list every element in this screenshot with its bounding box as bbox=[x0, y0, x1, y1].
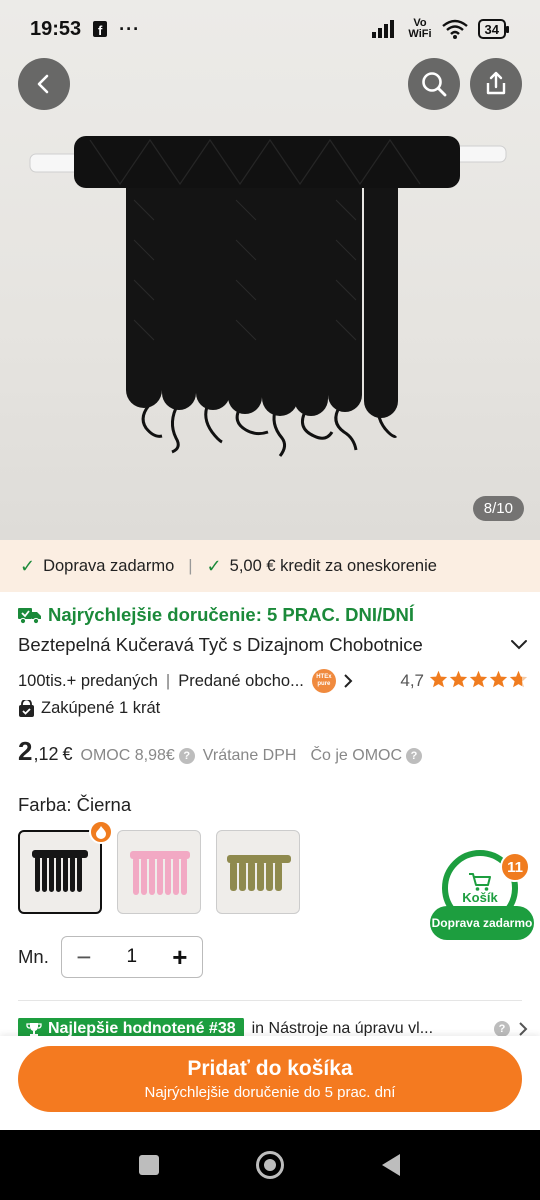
checkmark-icon: ✓ bbox=[20, 555, 36, 576]
purchased-text: Zakúpené 1 krát bbox=[41, 699, 161, 717]
purchased-info: Zakúpené 1 krát bbox=[18, 699, 160, 718]
omoc-price[interactable]: OMOC 8,98€ ? bbox=[81, 747, 195, 765]
fast-delivery-text: Najrýchlejšie doručenie: 5 PRAC. DNI/DNÍ bbox=[48, 604, 414, 625]
add-to-cart-sublabel: Najrýchlejšie doručenie do 5 prac. dní bbox=[144, 1084, 396, 1101]
price-integer: 2 bbox=[18, 736, 33, 766]
add-to-cart-label: Pridať do košíka bbox=[187, 1057, 353, 1080]
share-icon bbox=[486, 71, 506, 95]
what-is-omoc-text: Čo je OMOC bbox=[310, 747, 403, 764]
chevron-right-icon[interactable] bbox=[518, 1022, 528, 1036]
cart-free-shipping-pill: Doprava zadarmo bbox=[430, 906, 534, 940]
help-icon[interactable]: ? bbox=[178, 748, 195, 764]
sold-count: 100tis.+ predaných bbox=[18, 671, 158, 690]
trophy-icon bbox=[26, 1023, 42, 1036]
back-button[interactable] bbox=[18, 58, 70, 110]
chevron-left-icon bbox=[37, 74, 49, 94]
vat-info: Vrátane DPH bbox=[203, 747, 297, 765]
trust-separator: | bbox=[188, 556, 193, 575]
variant-thumb-pink[interactable] bbox=[117, 830, 201, 914]
system-navigation-bar bbox=[0, 1130, 540, 1200]
star-icon bbox=[449, 670, 468, 693]
product-image-gallery[interactable]: 8/10 bbox=[0, 0, 540, 540]
share-button[interactable] bbox=[470, 58, 522, 110]
decrease-button[interactable]: − bbox=[72, 944, 96, 970]
status-right: Vo WiFi 34 bbox=[372, 18, 510, 40]
wifi-icon bbox=[441, 19, 468, 39]
variant-thumb-olive[interactable] bbox=[216, 830, 300, 914]
product-title: Beztepelná Kučeravá Tyč s Dizajnom Chobo… bbox=[18, 634, 423, 655]
facebook-notification-icon: f bbox=[93, 21, 108, 37]
search-button[interactable] bbox=[408, 58, 460, 110]
product-stats-row: 100tis.+ predaných | Predané obcho... HT… bbox=[18, 669, 528, 693]
variant-thumb-black[interactable] bbox=[18, 830, 102, 914]
battery-indicator: 34 bbox=[477, 19, 510, 39]
vat-text: Vrátane DPH bbox=[202, 747, 297, 764]
cart-icon bbox=[469, 872, 491, 891]
late-credit-label: 5,00 € kredit za oneskorenie bbox=[229, 556, 437, 575]
color-label: Farba: Čierna bbox=[18, 794, 132, 815]
image-counter: 8/10 bbox=[472, 496, 524, 521]
cart-label: Košík bbox=[462, 889, 498, 905]
cart-count-badge: 11 bbox=[500, 852, 530, 882]
hot-flame-icon bbox=[89, 820, 113, 844]
home-icon[interactable] bbox=[255, 1150, 285, 1180]
cart-floating-button[interactable]: Košík 11 Doprava zadarmo bbox=[430, 850, 536, 942]
vowifi-indicator: Vo WiFi bbox=[408, 18, 431, 40]
price-currency: € bbox=[62, 744, 73, 764]
chevron-right-icon[interactable] bbox=[342, 673, 354, 689]
variant-image bbox=[227, 855, 291, 891]
delivery-truck-icon bbox=[18, 608, 41, 625]
seller-link[interactable]: Predané obcho... bbox=[178, 672, 304, 691]
product-screen: 8/10 19:53 f ··· Vo WiFi 34 ✓ Doprava za… bbox=[0, 0, 540, 1200]
quantity-value[interactable]: 1 bbox=[127, 946, 138, 968]
back-nav-icon[interactable] bbox=[380, 1153, 402, 1177]
vowifi-bottom: WiFi bbox=[408, 28, 432, 40]
product-title-row[interactable]: Beztepelná Kučeravá Tyč s Dizajnom Chobo… bbox=[18, 634, 528, 656]
trust-bar[interactable]: ✓ Doprava zadarmo | ✓ 5,00 € kredit za o… bbox=[0, 540, 540, 592]
star-icon bbox=[469, 670, 488, 693]
stats-separator: | bbox=[165, 671, 171, 690]
variant-image bbox=[130, 851, 190, 895]
star-icon bbox=[489, 670, 508, 693]
quantity-label: Mn. bbox=[18, 946, 49, 967]
more-notifications-icon: ··· bbox=[119, 18, 141, 39]
increase-button[interactable]: + bbox=[168, 944, 192, 970]
divider bbox=[18, 1000, 522, 1001]
status-left: 19:53 f ··· bbox=[30, 18, 140, 41]
price-row: 2 ,12 € OMOC 8,98€ ? Vrátane DPH Čo je O… bbox=[18, 736, 423, 767]
price-decimal: ,12 bbox=[33, 744, 59, 764]
search-icon bbox=[422, 72, 447, 97]
shopping-bag-check-icon bbox=[19, 699, 34, 717]
recents-icon[interactable] bbox=[138, 1154, 160, 1176]
fast-delivery-banner[interactable]: Najrýchlejšie doručenie: 5 PRAC. DNI/DNÍ bbox=[18, 604, 414, 626]
variant-image bbox=[32, 850, 88, 892]
quantity-row: Mn. − 1 + bbox=[18, 936, 203, 978]
chevron-down-icon[interactable] bbox=[510, 639, 528, 651]
half-star-icon bbox=[509, 670, 528, 693]
help-icon[interactable]: ? bbox=[406, 748, 423, 764]
status-bar: 19:53 f ··· Vo WiFi 34 bbox=[0, 0, 540, 58]
quantity-stepper[interactable]: − 1 + bbox=[60, 936, 203, 978]
seller-badge-icon: HTEx pure bbox=[311, 669, 336, 693]
omoc-price-text: OMOC 8,98€ bbox=[80, 747, 175, 764]
add-to-cart-button[interactable]: Pridať do košíka Najrýchlejšie doručenie… bbox=[18, 1046, 522, 1112]
what-is-omoc[interactable]: Čo je OMOC ? bbox=[310, 747, 423, 765]
signal-icon bbox=[372, 20, 395, 38]
bottom-action-bar: Pridať do košíka Najrýchlejšie doručenie… bbox=[0, 1036, 540, 1130]
rating[interactable]: 4,7 bbox=[400, 670, 528, 693]
star-icon bbox=[429, 670, 448, 693]
help-icon[interactable]: ? bbox=[494, 1021, 510, 1037]
clock: 19:53 bbox=[30, 17, 82, 40]
free-shipping-label: Doprava zadarmo bbox=[43, 556, 175, 575]
rating-value: 4,7 bbox=[400, 671, 424, 690]
ranking-actions: ? bbox=[494, 1021, 528, 1037]
checkmark-icon: ✓ bbox=[206, 555, 222, 576]
